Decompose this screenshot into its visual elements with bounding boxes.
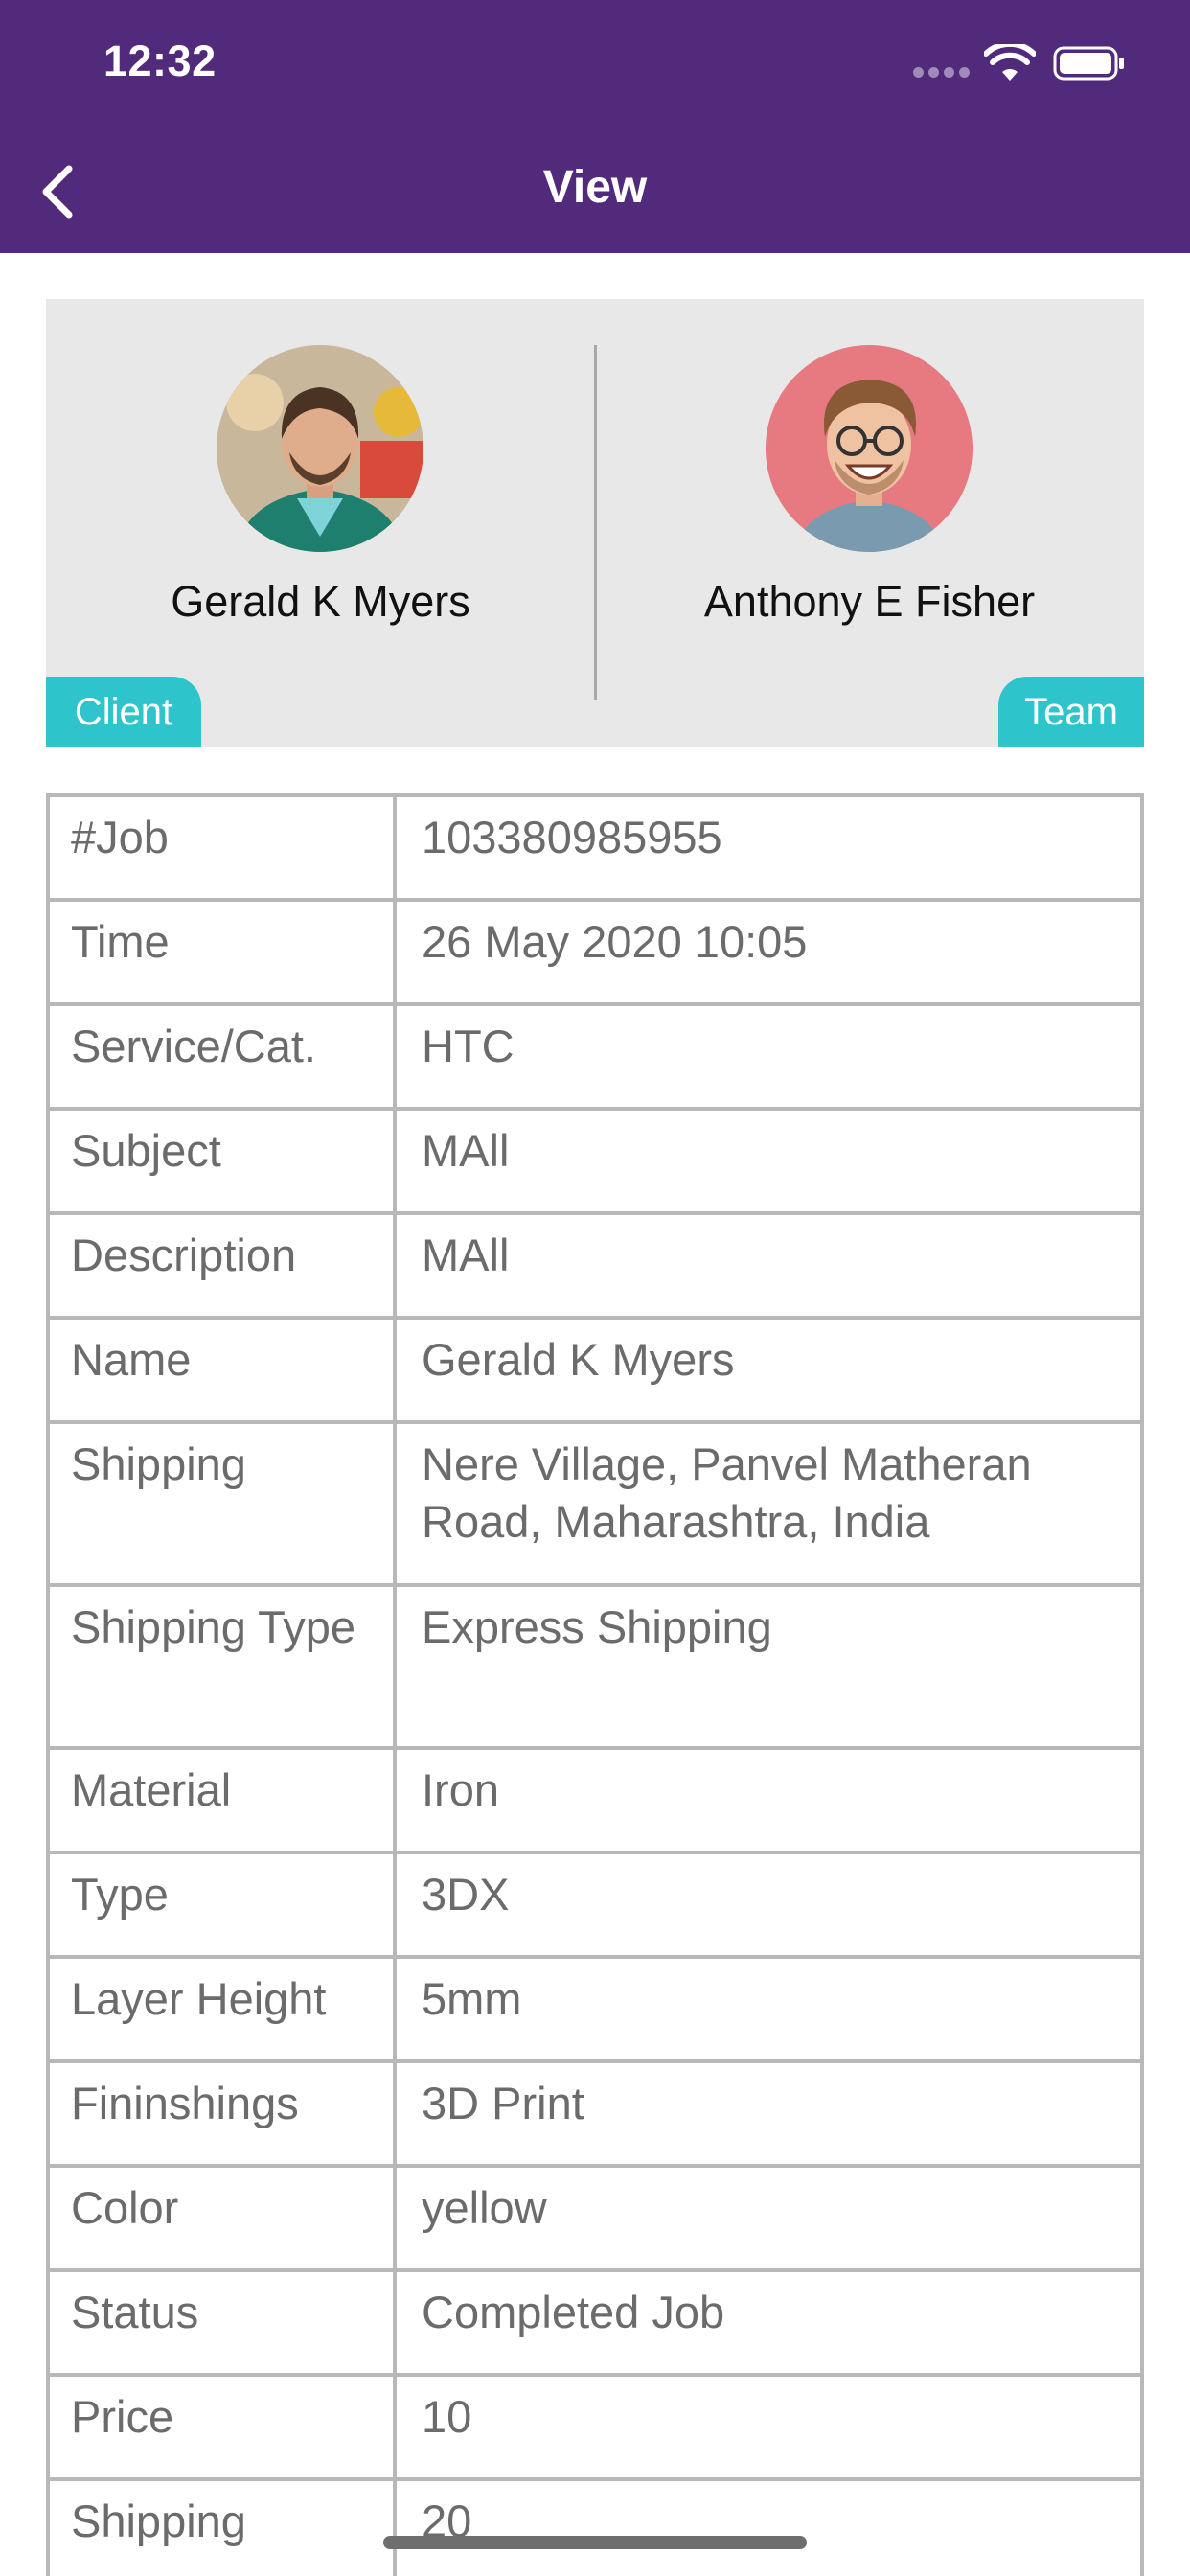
row-value: 26 May 2020 10:05 xyxy=(393,898,1144,1006)
row-key: #Job xyxy=(46,794,397,902)
table-row: Subject MAll xyxy=(46,1107,1144,1215)
table-row: Shipping Type Express Shipping xyxy=(46,1583,1144,1750)
row-key: Shipping xyxy=(46,1420,397,1587)
signal-icon xyxy=(913,67,971,80)
row-key: Color xyxy=(46,2164,397,2272)
job-details-table: #Job 103380985955 Time 26 May 2020 10:05… xyxy=(46,794,1144,2576)
row-key: Status xyxy=(46,2268,397,2377)
row-value: Nere Village, Panvel Matheran Road, Maha… xyxy=(393,1420,1144,1587)
home-indicator[interactable] xyxy=(383,2536,807,2549)
header-bar: 12:32 View xyxy=(0,0,1190,253)
row-value: Express Shipping xyxy=(393,1583,1144,1750)
row-key: Description xyxy=(46,1211,397,1320)
row-key: Price xyxy=(46,2373,397,2481)
status-time: 12:32 xyxy=(103,36,217,85)
row-value: 103380985955 xyxy=(393,794,1144,902)
row-key: Subject xyxy=(46,1107,397,1215)
row-value: 3DX xyxy=(393,1851,1144,1959)
client-badge: Client xyxy=(46,677,201,748)
row-value: MAll xyxy=(393,1211,1144,1320)
table-row: Color yellow xyxy=(46,2164,1144,2272)
participants-card: Gerald K Myers Client Anthony E Fisher T… xyxy=(46,299,1144,748)
row-value: HTC xyxy=(393,1002,1144,1111)
page-title: View xyxy=(542,162,648,213)
table-row: Status Completed Job xyxy=(46,2268,1144,2377)
table-row: Time 26 May 2020 10:05 xyxy=(46,898,1144,1006)
team-name: Anthony E Fisher xyxy=(703,577,1036,626)
client-avatar[interactable] xyxy=(217,345,423,552)
row-key: Type xyxy=(46,1851,397,1959)
row-value: Completed Job xyxy=(393,2268,1144,2377)
table-row: Material Iron xyxy=(46,1746,1144,1854)
table-row: Description MAll xyxy=(46,1211,1144,1320)
table-row: Layer Height 5mm xyxy=(46,1955,1144,2063)
row-key: Service/Cat. xyxy=(46,1002,397,1111)
row-key: Material xyxy=(46,1746,397,1854)
table-row: Price 10 xyxy=(46,2373,1144,2481)
screen: 12:32 View Gerald K Myers Client Anthony… xyxy=(0,0,1190,2576)
row-value: Gerald K Myers xyxy=(393,1316,1144,1424)
row-key: Shipping xyxy=(46,2477,397,2576)
row-value: 10 xyxy=(393,2373,1144,2481)
row-value: Iron xyxy=(393,1746,1144,1854)
row-key: Layer Height xyxy=(46,1955,397,2063)
team-panel: Anthony E Fisher Team xyxy=(595,299,1144,748)
row-key: Name xyxy=(46,1316,397,1424)
row-value: 20 xyxy=(393,2477,1144,2576)
row-value: 5mm xyxy=(393,1955,1144,2063)
team-badge: Team xyxy=(998,677,1144,748)
table-row: Shipping 20 xyxy=(46,2477,1144,2576)
row-value: MAll xyxy=(393,1107,1144,1215)
row-key: Fininshings xyxy=(46,2059,397,2168)
team-avatar[interactable] xyxy=(766,345,973,552)
row-key: Time xyxy=(46,898,397,1006)
client-name: Gerald K Myers xyxy=(171,577,470,626)
client-panel: Gerald K Myers Client xyxy=(46,299,595,748)
table-row: Name Gerald K Myers xyxy=(46,1316,1144,1424)
table-row: Type 3DX xyxy=(46,1851,1144,1959)
table-row: #Job 103380985955 xyxy=(46,794,1144,902)
row-value: 3D Print xyxy=(393,2059,1144,2168)
table-row: Shipping Nere Village, Panvel Matheran R… xyxy=(46,1420,1144,1587)
table-row: Service/Cat. HTC xyxy=(46,1002,1144,1111)
row-key: Shipping Type xyxy=(46,1583,397,1750)
table-row: Fininshings 3D Print xyxy=(46,2059,1144,2168)
battery-icon xyxy=(1053,46,1124,80)
wifi-icon xyxy=(984,44,1036,80)
row-value: yellow xyxy=(393,2164,1144,2272)
